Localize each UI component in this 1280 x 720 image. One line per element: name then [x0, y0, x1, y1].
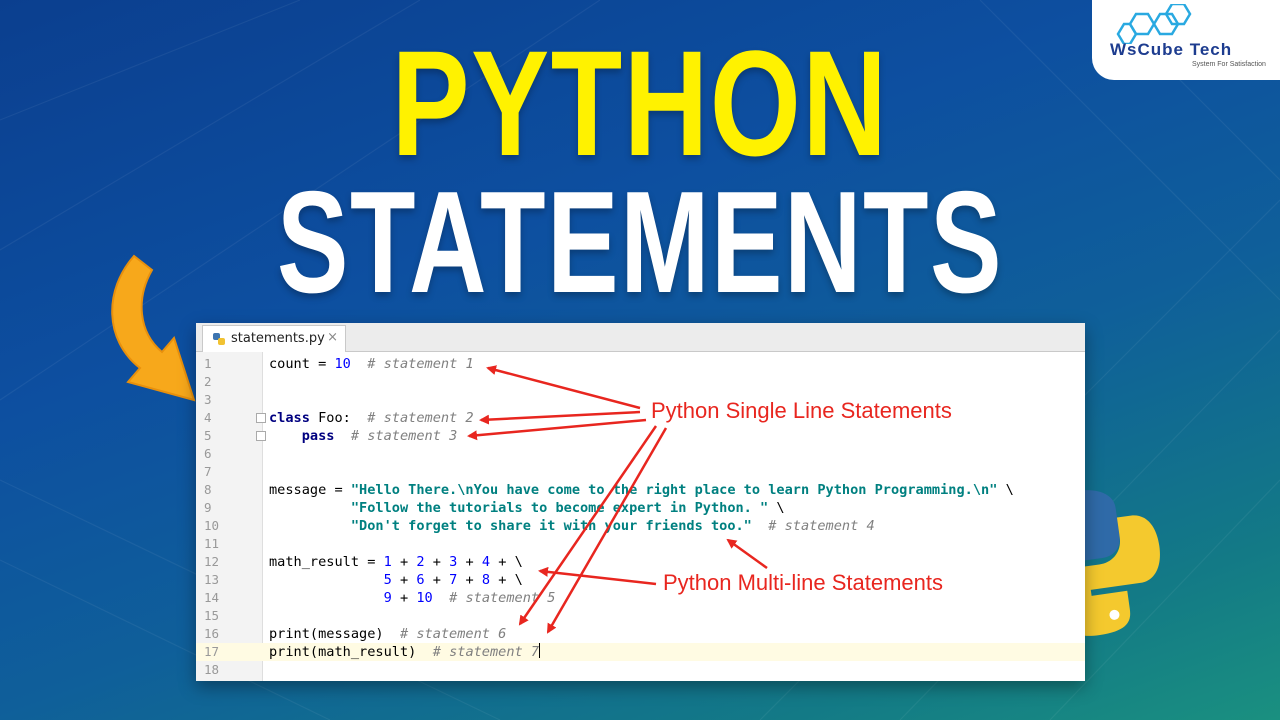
line-number: 9 — [204, 500, 212, 515]
code-line[interactable]: 13 5 + 6 + 7 + 8 + \ — [196, 571, 1085, 589]
line-number: 5 — [204, 428, 212, 443]
headline-python: PYTHON — [391, 19, 889, 187]
line-number: 1 — [204, 356, 212, 371]
tab-statements-py[interactable]: statements.py × — [202, 325, 346, 352]
brand-logo: WsCube Tech System For Satisfaction — [1092, 0, 1280, 80]
line-number: 2 — [204, 374, 212, 389]
line-number: 11 — [204, 536, 220, 551]
line-number: 16 — [204, 626, 220, 641]
code-line[interactable]: 10 "Don't forget to share it with your f… — [196, 517, 1085, 535]
fold-marker-icon[interactable] — [256, 413, 266, 423]
code-line[interactable]: 16 print(message) # statement 6 — [196, 625, 1085, 643]
hexagon-logo-icon — [1116, 4, 1192, 44]
code-line-active[interactable]: 17 print(math_result) # statement 7 — [196, 643, 1085, 661]
code-line[interactable]: 12 math_result = 1 + 2 + 3 + 4 + \ — [196, 553, 1085, 571]
code-line[interactable]: 1 count = 10 # statement 1 — [196, 355, 1085, 373]
code-line[interactable]: 18 — [196, 661, 1085, 679]
code-line[interactable]: 8 message = "Hello There.\nYou have come… — [196, 481, 1085, 499]
close-tab-icon[interactable]: × — [327, 330, 338, 345]
line-number: 14 — [204, 590, 220, 605]
code-line[interactable]: 7 — [196, 463, 1085, 481]
code-line[interactable]: 2 — [196, 373, 1085, 391]
headline-statements: STATEMENTS — [276, 161, 1004, 323]
line-number: 6 — [204, 446, 212, 461]
fold-marker-icon[interactable] — [256, 431, 266, 441]
text-cursor — [539, 643, 541, 658]
line-number: 12 — [204, 554, 220, 569]
python-file-icon — [213, 333, 225, 345]
line-number: 7 — [204, 464, 212, 479]
code-line[interactable]: 9 "Follow the tutorials to become expert… — [196, 499, 1085, 517]
line-number: 18 — [204, 662, 220, 677]
brand-name: WsCube Tech — [1110, 40, 1233, 59]
annotation-single-line: Python Single Line Statements — [651, 398, 952, 423]
line-number: 4 — [204, 410, 212, 425]
code-line[interactable]: 11 — [196, 535, 1085, 553]
line-number: 17 — [204, 644, 220, 659]
line-number: 13 — [204, 572, 220, 587]
code-line[interactable]: 14 9 + 10 # statement 5 — [196, 589, 1085, 607]
line-number: 15 — [204, 608, 220, 623]
curved-arrow-icon — [111, 254, 196, 402]
tab-label: statements.py — [231, 331, 325, 346]
line-number: 8 — [204, 482, 212, 497]
line-number: 3 — [204, 392, 212, 407]
code-line[interactable]: 6 — [196, 445, 1085, 463]
brand-tagline: System For Satisfaction — [1192, 61, 1266, 68]
line-number: 10 — [204, 518, 220, 533]
code-line[interactable]: 15 — [196, 607, 1085, 625]
annotation-multi-line: Python Multi-line Statements — [663, 570, 944, 595]
editor-tab-bar: statements.py × — [196, 323, 1085, 352]
code-editor: statements.py × 1 count = 10 # statement… — [196, 323, 1085, 681]
code-line[interactable]: 5 pass # statement 3 — [196, 427, 1085, 445]
